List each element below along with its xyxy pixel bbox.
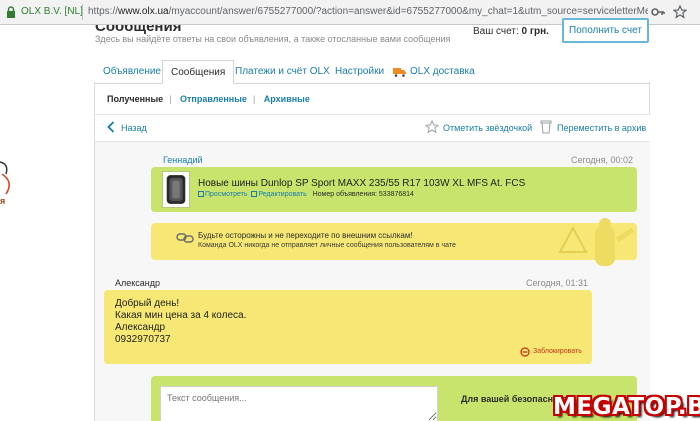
tab-settings[interactable]: Настройки bbox=[335, 66, 384, 77]
message-line: Какая мин цена за 4 колеса. bbox=[115, 310, 247, 321]
back-link[interactable]: Назад bbox=[121, 123, 147, 133]
listing-number: 533876814 bbox=[378, 191, 414, 198]
view-listing-link[interactable]: Просмотреть bbox=[205, 191, 247, 198]
edit-listing-link[interactable]: Редактировать bbox=[258, 191, 306, 198]
ad-owner-name[interactable]: Геннадий bbox=[163, 155, 203, 165]
folder-received[interactable]: Полученные bbox=[107, 94, 163, 104]
url-path: /myaccount/answer/6755277000/?action=ans… bbox=[168, 6, 648, 17]
side-promo-graphic bbox=[0, 161, 10, 195]
tab-payments[interactable]: Платежи и счёт OLX bbox=[235, 66, 330, 77]
listing-actions: Просмотреть Редактировать Номер объявлен… bbox=[198, 191, 414, 198]
message-input[interactable] bbox=[160, 386, 438, 421]
account-balance: Ваш счет: 0 грн. bbox=[473, 26, 549, 37]
tire-thumbnail[interactable] bbox=[162, 171, 190, 208]
watermark-logo: MEGATOP.BIZ bbox=[553, 394, 700, 420]
warning-title: Будьте осторожны и не переходите по внеш… bbox=[198, 231, 413, 240]
key-icon[interactable] bbox=[651, 6, 665, 18]
site-identity: OLX B.V. [NL] bbox=[21, 6, 83, 17]
chevron-left-icon[interactable] bbox=[107, 121, 115, 133]
block-user-link[interactable]: Заблокировать bbox=[533, 348, 582, 355]
block-icon[interactable] bbox=[520, 347, 530, 357]
tab-olx-delivery[interactable]: OLX доставка bbox=[410, 66, 475, 77]
listing-title[interactable]: Новые шины Dunlop SP Sport MAXX 235/55 R… bbox=[198, 178, 525, 189]
folder-separator: | bbox=[252, 94, 256, 104]
folder-sent[interactable]: Отправленные bbox=[180, 94, 247, 104]
side-promo-text: я bbox=[0, 196, 6, 206]
page-subtitle: Здесь вы найдёте ответы на свои объявлен… bbox=[95, 34, 451, 44]
left-margin bbox=[0, 25, 95, 421]
view-icon bbox=[198, 191, 204, 197]
tab-listing[interactable]: Объявление bbox=[103, 66, 161, 77]
message-line: Александр bbox=[115, 322, 166, 333]
url-prefix: https:// bbox=[88, 6, 119, 17]
balance-value: 0 грн. bbox=[521, 26, 549, 37]
folder-archived[interactable]: Архивные bbox=[264, 94, 310, 104]
edit-icon bbox=[251, 191, 258, 197]
ad-message-time: Сегодня, 00:02 bbox=[571, 155, 634, 165]
delivery-truck-icon bbox=[393, 68, 406, 77]
buyer-message-time: Сегодня, 01:31 bbox=[526, 278, 589, 288]
thread-toolbar: Назад Отметить звёздочкой Переместить в … bbox=[95, 114, 650, 142]
url-host: www.olx.ua bbox=[118, 6, 169, 17]
archive-link[interactable]: Переместить в архив bbox=[557, 123, 646, 133]
address-divider bbox=[82, 4, 83, 20]
listing-number-label: Номер объявления: bbox=[312, 191, 377, 198]
balance-label: Ваш счет: bbox=[473, 26, 519, 37]
listing-card[interactable] bbox=[151, 167, 637, 212]
favorite-link[interactable]: Отметить звёздочкой bbox=[443, 123, 532, 133]
buyer-name: Александр bbox=[115, 278, 161, 288]
folder-separator: | bbox=[169, 94, 172, 104]
message-folders: Полученные | Отправленные | Архивные bbox=[107, 94, 316, 104]
warning-text: Команда OLX никогда не отправляет личные… bbox=[198, 242, 456, 249]
trash-icon[interactable] bbox=[540, 119, 552, 134]
warning-illustration bbox=[558, 218, 635, 266]
message-line: 0932970737 bbox=[115, 334, 171, 345]
star-icon[interactable] bbox=[425, 120, 439, 134]
link-warning-icon bbox=[176, 233, 194, 243]
url-field[interactable]: https://www.olx.ua/myaccount/answer/6755… bbox=[88, 6, 648, 17]
lock-icon bbox=[7, 6, 15, 18]
message-line: Добрый день! bbox=[115, 298, 180, 309]
tab-messages[interactable]: Сообщения bbox=[162, 60, 235, 84]
account-tabs: Объявление Сообщения Платежи и счёт OLX … bbox=[95, 60, 650, 84]
bookmark-star-icon[interactable] bbox=[673, 5, 687, 19]
topup-button[interactable]: Пополнить счет bbox=[562, 18, 649, 43]
